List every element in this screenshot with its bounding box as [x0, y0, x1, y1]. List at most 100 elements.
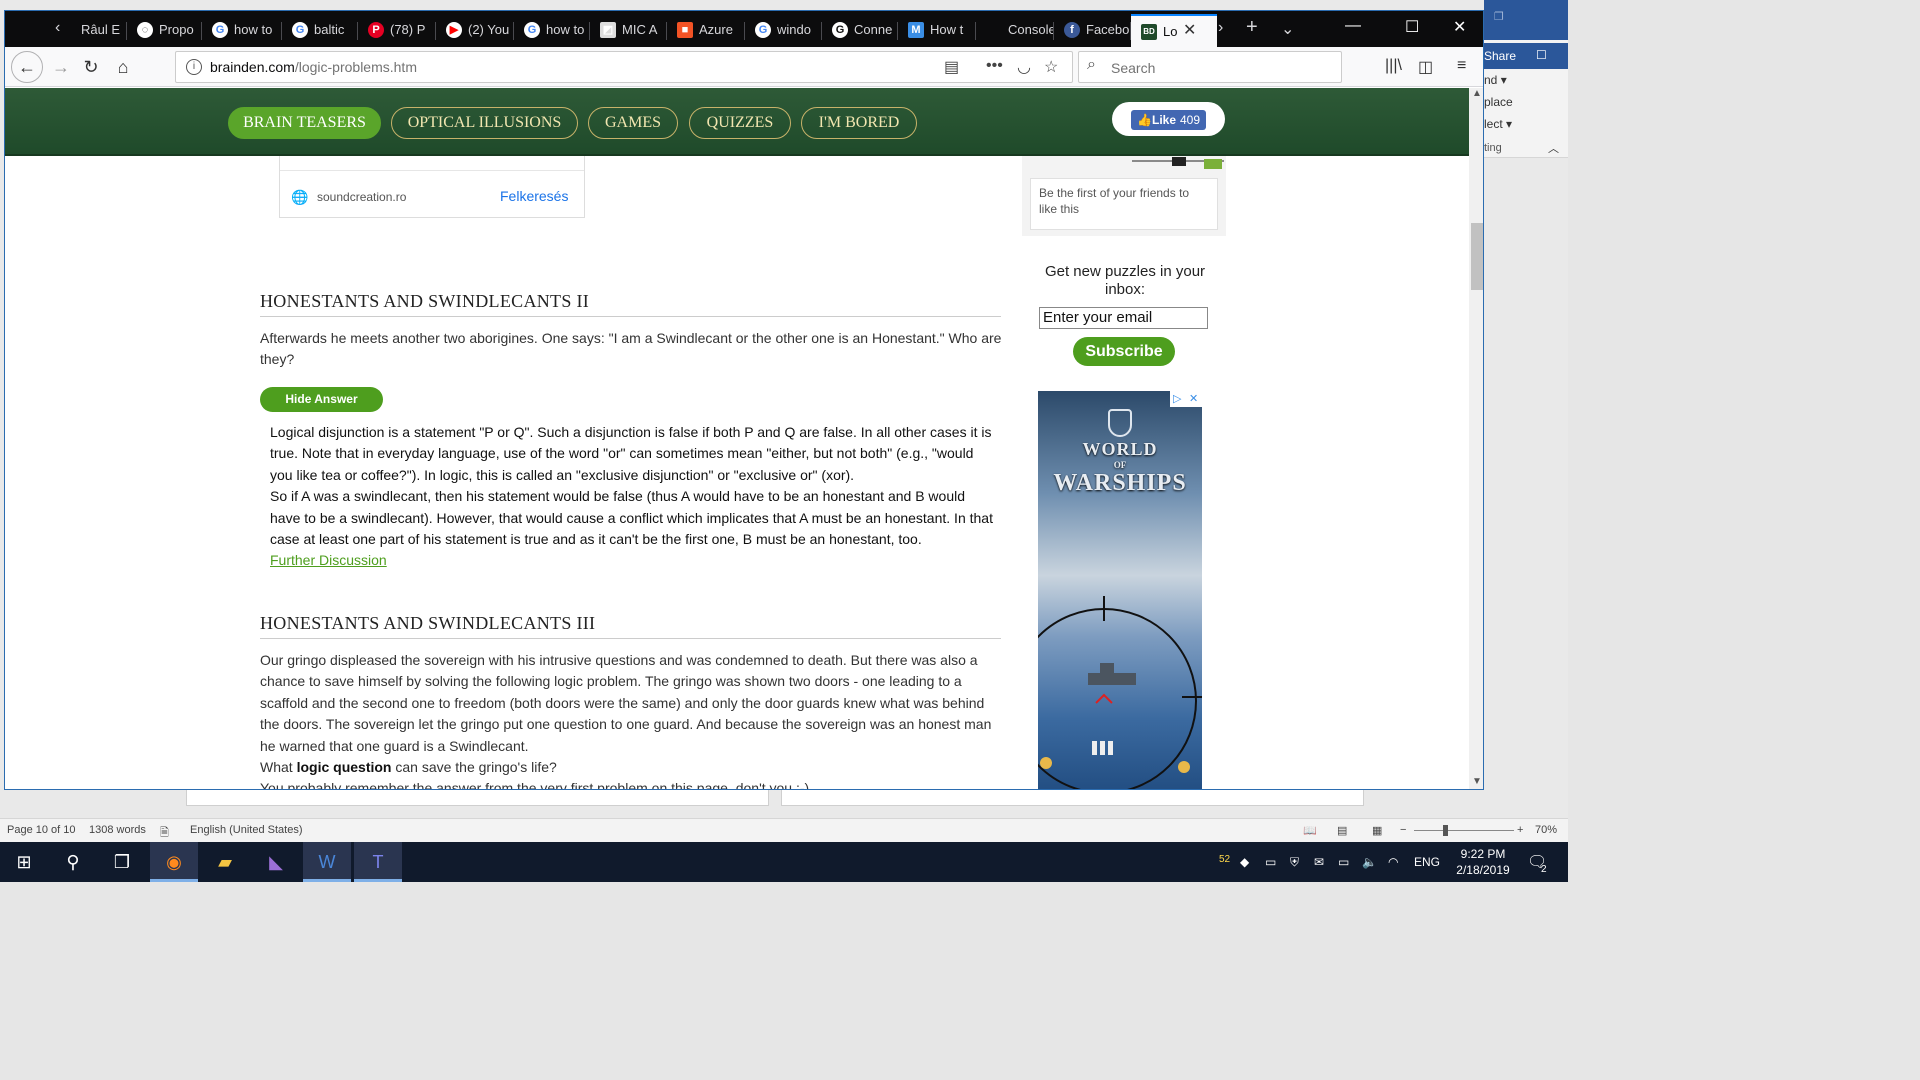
close-window-icon[interactable]: ✕	[1453, 17, 1466, 37]
g-icon: G	[832, 22, 848, 38]
browser-tab[interactable]: Râul E	[49, 14, 127, 47]
maximize-icon[interactable]: ☐	[1405, 17, 1419, 37]
hide-answer-button[interactable]: Hide Answer	[260, 387, 383, 412]
zoom-out-icon[interactable]: −	[1400, 824, 1406, 836]
menu-icon[interactable]: ≡	[1457, 57, 1466, 75]
share-button[interactable]: Share ☐	[1484, 43, 1568, 69]
nav-im-bored[interactable]: I'M BORED	[801, 107, 917, 139]
section-title-iii: HONESTANTS AND SWINDLECANTS III	[260, 613, 1001, 639]
reader-view-icon[interactable]: ▤	[944, 57, 959, 77]
teams-tray-icon[interactable]: ◆	[1240, 855, 1249, 869]
clock[interactable]: 9:22 PM 2/18/2019	[1448, 846, 1518, 878]
browser-tab[interactable]: ▶ (2) You	[436, 14, 514, 47]
start-icon[interactable]: ⊞	[0, 842, 48, 882]
site-info-icon[interactable]: i	[186, 59, 202, 75]
ribbon-replace[interactable]: place	[1484, 95, 1513, 109]
drive-tray-icon[interactable]: ▭	[1265, 855, 1276, 869]
page-actions-icon[interactable]: •••	[986, 57, 1003, 75]
web-page: BRAIN TEASERS OPTICAL ILLUSIONS GAMES QU…	[5, 88, 1469, 789]
volume-icon[interactable]: 🔈	[1362, 855, 1377, 869]
firefox-icon[interactable]: ◉	[150, 842, 198, 882]
close-tab-icon[interactable]: ✕	[1183, 20, 1196, 40]
read-mode-icon[interactable]: 📖	[1303, 824, 1317, 837]
web-layout-icon[interactable]: ▦	[1372, 824, 1382, 837]
language-status[interactable]: English (United States)	[190, 824, 303, 836]
browser-tab[interactable]: ◩ MIC A	[590, 14, 667, 47]
collapse-ribbon-icon[interactable]: ︿	[1548, 140, 1559, 156]
scroll-down-icon[interactable]: ▼	[1472, 776, 1482, 787]
browser-tab[interactable]: Gwindo	[745, 14, 822, 47]
library-icon[interactable]: |||\	[1385, 57, 1402, 75]
minimize-icon[interactable]: —	[1345, 17, 1361, 35]
visual-studio-icon[interactable]: ◣	[252, 842, 300, 882]
further-discussion-link[interactable]: Further Discussion	[270, 550, 995, 571]
restore-icon[interactable]: ❐	[1494, 10, 1504, 23]
email-field[interactable]: Enter your email	[1039, 307, 1208, 329]
page-scrollbar[interactable]: ▲ ▼	[1469, 88, 1483, 789]
pocket-icon[interactable]: ◡	[1017, 57, 1031, 77]
browser-tab[interactable]: ■ Azure	[667, 14, 745, 47]
language-indicator[interactable]: ENG	[1414, 855, 1440, 869]
game-ad-banner[interactable]: ▷ ✕ WORLD OF WARSHIPS	[1038, 391, 1202, 789]
browser-tab[interactable]: f Facebo	[1054, 14, 1131, 47]
wifi-icon[interactable]: ◠	[1388, 855, 1398, 869]
subscribe-button[interactable]: Subscribe	[1073, 337, 1175, 366]
zoom-slider[interactable]	[1414, 830, 1514, 831]
ribbon-group-editing: ting	[1484, 142, 1502, 154]
sidebar-icon[interactable]: ◫	[1418, 57, 1433, 77]
scroll-tabs-right-icon[interactable]: ›	[1218, 19, 1223, 37]
like-count: 409	[1180, 113, 1201, 127]
word-count[interactable]: 1308 words	[89, 824, 146, 836]
ad-domain[interactable]: soundcreation.ro	[317, 190, 406, 204]
page-count[interactable]: Page 10 of 10	[7, 824, 76, 836]
file-explorer-icon[interactable]: ▰	[201, 842, 249, 882]
nav-quizzes[interactable]: QUIZZES	[689, 107, 791, 139]
adchoices-icon[interactable]: ▷ ✕	[1170, 391, 1202, 407]
url-text[interactable]: brainden.com/logic-problems.htm	[210, 59, 417, 75]
browser-tab[interactable]: P (78) P	[358, 14, 436, 47]
tab-label: (78) P	[390, 22, 426, 37]
bookmark-star-icon[interactable]: ☆	[1044, 57, 1058, 77]
home-icon[interactable]: ⌂	[111, 55, 135, 79]
list-tabs-icon[interactable]: ⌄	[1281, 19, 1294, 39]
forward-icon[interactable]: →	[49, 55, 73, 79]
scrollbar-thumb[interactable]	[1471, 223, 1483, 290]
browser-tab[interactable]: BD Lo ✕	[1131, 14, 1217, 47]
nav-games[interactable]: GAMES	[588, 107, 678, 139]
browser-tab[interactable]: Console A	[976, 14, 1054, 47]
nav-brain-teasers[interactable]: BRAIN TEASERS	[228, 107, 381, 139]
zoom-level[interactable]: 70%	[1535, 824, 1557, 836]
ad-visit-link[interactable]: Felkeresés	[500, 188, 568, 204]
teams-icon[interactable]: T	[354, 842, 402, 882]
outlook-tray-icon[interactable]: ✉	[1314, 855, 1324, 869]
zoom-in-icon[interactable]: +	[1517, 824, 1523, 836]
ribbon-find[interactable]: nd ▾	[1484, 73, 1507, 87]
search-bar[interactable]: ⌕ Search	[1078, 51, 1342, 83]
ribbon-select[interactable]: lect ▾	[1484, 117, 1512, 131]
facebook-like-button[interactable]: 👍 Like 409	[1131, 110, 1206, 130]
nav-optical-illusions[interactable]: OPTICAL ILLUSIONS	[391, 107, 578, 139]
word-icon[interactable]: W	[303, 842, 351, 882]
new-tab-icon[interactable]: +	[1246, 16, 1258, 39]
scroll-up-icon[interactable]: ▲	[1472, 88, 1482, 99]
task-view-icon[interactable]: ❐	[98, 842, 146, 882]
google-icon: G	[524, 22, 540, 38]
thumbs-up-icon: 👍	[1137, 113, 1152, 127]
word-page-right	[781, 790, 1364, 806]
ad-close-icon: ✕	[1189, 393, 1199, 405]
browser-tab[interactable]: Ghow to	[202, 14, 282, 47]
battery-icon[interactable]: ▭	[1338, 855, 1349, 869]
zoom-slider-thumb[interactable]	[1443, 825, 1448, 836]
reload-icon[interactable]: ↻	[79, 55, 103, 79]
url-bar[interactable]: i brainden.com/logic-problems.htm ▤ ••• …	[175, 51, 1073, 83]
browser-tab[interactable]: M How t	[898, 14, 976, 47]
browser-tab[interactable]: G Conne	[822, 14, 898, 47]
defender-tray-icon[interactable]: ⛨	[1290, 855, 1299, 870]
print-layout-icon[interactable]: ▤	[1337, 824, 1347, 837]
browser-tab[interactable]: Gbaltic	[282, 14, 358, 47]
browser-tab[interactable]: ◌ Propo	[127, 14, 202, 47]
proofing-icon[interactable]: 🗎	[160, 824, 169, 843]
back-icon[interactable]: ←	[11, 51, 43, 83]
search-icon[interactable]: ⚲	[49, 842, 97, 882]
browser-tab[interactable]: Ghow to	[514, 14, 590, 47]
